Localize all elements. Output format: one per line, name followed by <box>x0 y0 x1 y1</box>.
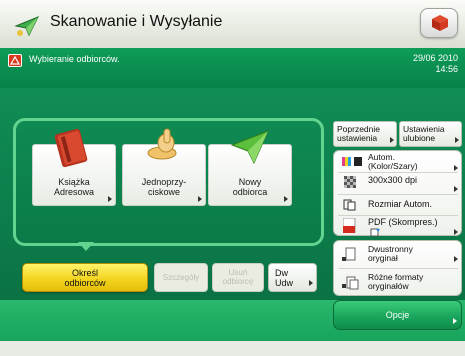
chevron-right-icon <box>453 318 457 324</box>
chevron-right-icon <box>284 196 288 202</box>
favorite-settings-label-2: ulubione <box>403 133 436 143</box>
previous-settings-button[interactable]: Poprzednie ustawienia <box>333 121 397 147</box>
remove-recipient-label-1: Usuń <box>228 268 248 277</box>
mixed-originals-icon <box>342 276 359 290</box>
chevron-right-icon <box>309 280 313 286</box>
address-book-label-1: Książka <box>58 177 90 187</box>
remove-recipient-label-2: odbiorcę <box>222 277 254 286</box>
remove-recipient-button[interactable]: Usuń odbiorcę <box>212 263 264 292</box>
send-app-icon <box>14 16 40 37</box>
new-recipient-label-2: odbiorca <box>232 187 268 197</box>
scan-size-icon <box>343 199 356 211</box>
chevron-right-icon <box>108 196 112 202</box>
duplex-item[interactable]: Dwustronny oryginał <box>334 241 461 268</box>
options-label: Opcje <box>385 310 410 320</box>
time-text: 14:56 <box>435 64 458 74</box>
specify-recipients-button[interactable]: Określ odbiorców <box>22 263 148 292</box>
original-settings-panel: Dwustronny oryginał Różne formaty orygin… <box>333 240 462 296</box>
file-option-icon <box>370 228 380 237</box>
panel-pointer <box>78 242 94 251</box>
color-mode-label-2: (Kolor/Szary) <box>368 161 418 171</box>
duplex-original-icon <box>342 247 356 261</box>
scan-size-label: Rozmiar Autom. <box>368 199 433 209</box>
chevron-right-icon <box>390 137 394 143</box>
specify-recipients-label-1: Określ <box>71 268 98 278</box>
main-menu-button[interactable] <box>420 8 458 38</box>
resolution-item[interactable]: 300x300 dpi <box>334 173 461 194</box>
details-button[interactable]: Szczegóły <box>154 263 208 292</box>
resolution-icon <box>344 176 356 188</box>
scan-settings-panel: Autom. (Kolor/Szary) 300x300 dpi Rozmiar… <box>333 150 462 237</box>
cc-label: Dw <box>275 268 288 278</box>
details-label: Szczegóły <box>162 273 200 282</box>
status-bar: Wybieranie odbiorców. 29/06 2010 14:56 <box>0 48 465 88</box>
address-book-label-2: Adresowa <box>53 187 95 197</box>
chevron-right-icon <box>454 256 458 262</box>
chevron-right-icon <box>454 229 458 235</box>
specify-recipients-label-2: odbiorców <box>64 278 106 288</box>
color-mode-icon <box>342 157 362 166</box>
file-format-item[interactable]: PDF (Skompres.) <box>334 216 461 237</box>
mixed-sizes-label-2: oryginałów <box>368 281 409 291</box>
one-touch-label-1: Jednoprzy- <box>141 177 187 187</box>
title-bar: Skanowanie i Wysyłanie <box>0 0 465 48</box>
cc-bcc-button[interactable]: Dw Udw <box>268 263 317 292</box>
file-format-label: PDF (Skompres.) <box>368 217 438 227</box>
date-time: 29/06 2010 14:56 <box>413 53 458 75</box>
paper-plane-icon <box>230 130 269 165</box>
chevron-right-icon <box>454 165 458 171</box>
favorite-settings-button[interactable]: Ustawienia ulubione <box>399 121 462 147</box>
page-title: Skanowanie i Wysyłanie <box>50 13 223 30</box>
options-button[interactable]: Opcje <box>333 300 462 330</box>
chevron-right-icon <box>198 196 202 202</box>
previous-settings-label-2: ustawienia <box>337 133 378 143</box>
home-menu-icon <box>432 15 448 31</box>
duplex-label-2: oryginał <box>368 253 398 263</box>
color-mode-item[interactable]: Autom. (Kolor/Szary) <box>334 151 461 172</box>
pdf-icon <box>343 218 356 233</box>
one-touch-icon <box>147 128 177 160</box>
one-touch-label-2: ciskowe <box>147 187 180 197</box>
address-book-icon <box>54 128 88 168</box>
bottom-strip <box>0 341 465 356</box>
status-message: Wybieranie odbiorców. <box>29 54 120 64</box>
mixed-sizes-item[interactable]: Różne formaty oryginałów <box>334 269 461 296</box>
scan-size-item[interactable]: Rozmiar Autom. <box>334 195 461 215</box>
resolution-label: 300x300 dpi <box>368 175 418 185</box>
chevron-right-icon <box>454 186 458 192</box>
chevron-right-icon <box>455 137 459 143</box>
new-recipient-label-1: Nowy <box>238 177 262 187</box>
date-text: 29/06 2010 <box>412 53 458 63</box>
warning-icon <box>8 54 22 67</box>
